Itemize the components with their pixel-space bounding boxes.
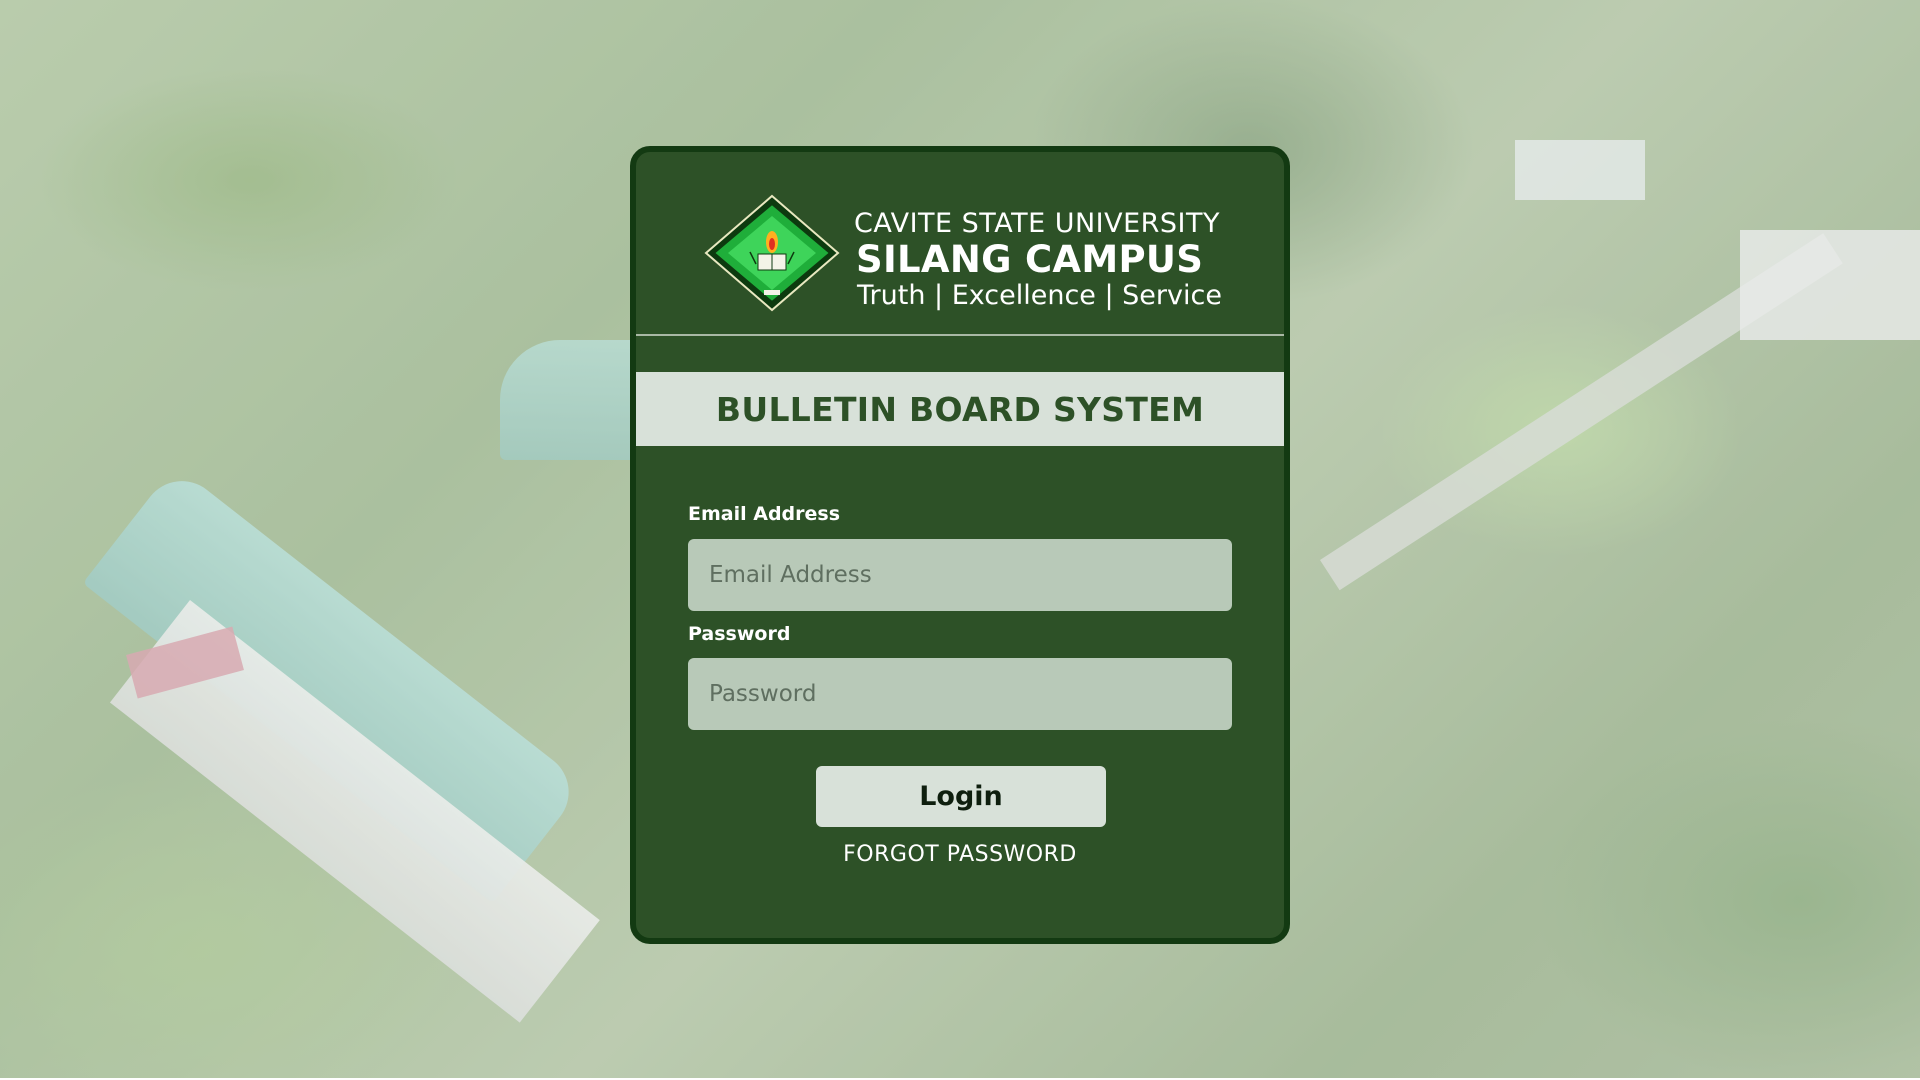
login-card: CAVITE STATE UNIVERSITY SILANG CAMPUS Tr… — [630, 146, 1290, 944]
system-title-banner: BULLETIN BOARD SYSTEM — [636, 372, 1284, 446]
university-name: CAVITE STATE UNIVERSITY — [854, 208, 1221, 239]
password-field[interactable] — [688, 658, 1232, 730]
password-label: Password — [688, 623, 791, 645]
forgot-password-link[interactable]: FORGOT PASSWORD — [636, 842, 1284, 867]
email-field[interactable] — [688, 539, 1232, 611]
email-label: Email Address — [688, 503, 841, 525]
campus-name: SILANG CAMPUS — [856, 238, 1204, 281]
header-divider — [636, 334, 1284, 336]
card-header: CAVITE STATE UNIVERSITY SILANG CAMPUS Tr… — [636, 152, 1284, 336]
login-button[interactable]: Login — [816, 766, 1106, 827]
page-title: BULLETIN BOARD SYSTEM — [715, 389, 1205, 429]
university-motto: Truth | Excellence | Service — [857, 280, 1222, 311]
university-seal-icon — [704, 194, 840, 312]
